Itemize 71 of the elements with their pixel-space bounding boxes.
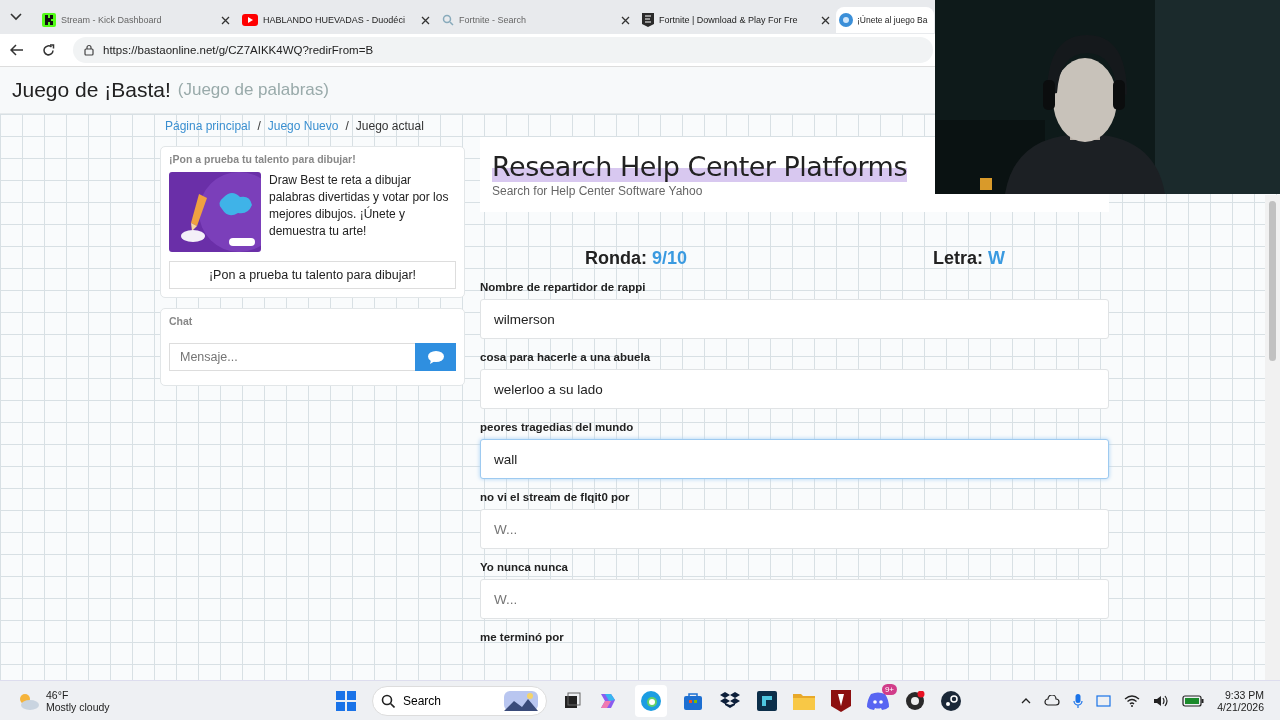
answer-field[interactable]: wall bbox=[480, 439, 1109, 479]
discord-icon[interactable] bbox=[867, 691, 889, 710]
field-label: peores tragedias del mundo bbox=[480, 421, 635, 433]
shield-logo-icon bbox=[642, 13, 654, 27]
ad-subtitle: Search for Help Center Software Yahoo bbox=[492, 184, 704, 198]
field-label: Yo nunca nunca bbox=[480, 561, 569, 573]
close-icon[interactable] bbox=[821, 15, 830, 25]
start-icon[interactable] bbox=[336, 690, 356, 711]
browser-icon[interactable] bbox=[640, 689, 662, 712]
store-icon[interactable] bbox=[683, 690, 703, 711]
breadcrumb-link[interactable]: Página principal bbox=[165, 119, 251, 133]
answer-field[interactable]: welerloo a su lado bbox=[480, 369, 1109, 409]
letter-indicator: Letra: W bbox=[933, 248, 1005, 269]
k-logo-icon bbox=[42, 13, 56, 27]
field-label: cosa para hacerle a una abuela bbox=[480, 351, 652, 363]
address-bar[interactable]: https://bastaonline.net/g/CZ7AIKK4WQ?redirFrom=B bbox=[73, 37, 933, 63]
temperature: 46°F bbox=[46, 688, 70, 701]
field-label: me terminó por bbox=[480, 631, 565, 643]
app-icon[interactable] bbox=[831, 689, 851, 712]
card-heading: Chat bbox=[169, 315, 194, 327]
microphone-icon[interactable] bbox=[1073, 692, 1084, 709]
clock-date[interactable]: 4/21/2026 bbox=[1217, 700, 1264, 713]
field-label: no vi el stream de flqit0 por bbox=[480, 491, 631, 503]
message-field[interactable]: Mensaje... bbox=[169, 343, 415, 371]
browser-tab[interactable]: Fortnite - Search bbox=[436, 7, 636, 33]
browser-tab[interactable]: ¡Únete al juego Ba bbox=[836, 7, 934, 33]
clock-time[interactable]: 9:33 PM bbox=[1224, 688, 1264, 701]
globe-logo-icon bbox=[839, 13, 853, 27]
battery-icon[interactable] bbox=[1182, 694, 1205, 707]
weather-condition: Mostly cloudy bbox=[46, 700, 110, 713]
chat-bubble-icon bbox=[427, 350, 444, 364]
breadcrumb-current: Juego actual bbox=[355, 119, 424, 133]
promo-button[interactable]: ¡Pon a prueba tu talento para dibujar! bbox=[169, 261, 456, 289]
answer-field[interactable]: wilmerson bbox=[480, 299, 1109, 339]
app-icon[interactable] bbox=[757, 690, 777, 711]
card-heading: ¡Pon a prueba tu talento para dibujar! bbox=[169, 153, 357, 165]
back-arrow-icon[interactable] bbox=[10, 44, 24, 56]
breadcrumb-separator: / bbox=[257, 119, 261, 133]
page-title: Juego de ¡Basta! bbox=[12, 78, 171, 102]
search-icon bbox=[442, 14, 454, 26]
wifi-icon[interactable] bbox=[1124, 694, 1141, 707]
promo-text: Draw Best te reta a dibujar palabras divertidas y votar por los mejores dibujos. ¡Únete y demuestra tu arte! bbox=[269, 172, 450, 240]
page-subtitle: (Juego de palabras) bbox=[177, 80, 329, 100]
chevron-up-icon[interactable] bbox=[1021, 697, 1032, 704]
breadcrumb-link[interactable]: Juego Nuevo bbox=[267, 119, 339, 133]
tab-list-icon[interactable] bbox=[10, 13, 22, 21]
cloud-icon[interactable] bbox=[1044, 695, 1061, 706]
browser-tab[interactable]: Fortnite | Download & Play For Fre bbox=[636, 7, 836, 33]
dropbox-icon[interactable] bbox=[719, 690, 741, 711]
close-icon[interactable] bbox=[621, 15, 630, 25]
steam-icon[interactable] bbox=[941, 690, 961, 711]
search-icon bbox=[381, 693, 395, 708]
answer-field[interactable]: W... bbox=[480, 579, 1109, 619]
close-icon[interactable] bbox=[221, 15, 230, 25]
record-icon[interactable] bbox=[905, 690, 925, 711]
scrollbar[interactable] bbox=[1265, 195, 1280, 680]
browser-tab[interactable]: HABLANDO HUEVADAS - Duodéci bbox=[236, 7, 436, 33]
round-indicator: Ronda: 9/10 bbox=[585, 248, 688, 269]
answer-field[interactable]: W... bbox=[480, 509, 1109, 549]
reload-icon[interactable] bbox=[42, 43, 55, 57]
field-label: Nombre de repartidor de rappi bbox=[480, 281, 647, 293]
close-icon[interactable] bbox=[421, 15, 430, 25]
site-info-icon bbox=[83, 44, 95, 56]
task-view-icon[interactable] bbox=[563, 691, 581, 710]
send-button[interactable] bbox=[415, 343, 456, 371]
breadcrumb-separator: / bbox=[345, 119, 349, 133]
play-logo-icon bbox=[242, 14, 258, 26]
taskbar-search[interactable]: Search bbox=[372, 685, 547, 716]
browser-tab[interactable]: Stream - Kick Dashboard bbox=[36, 7, 236, 33]
notification-badge: 9+ bbox=[881, 683, 897, 695]
volume-icon[interactable] bbox=[1153, 693, 1170, 708]
